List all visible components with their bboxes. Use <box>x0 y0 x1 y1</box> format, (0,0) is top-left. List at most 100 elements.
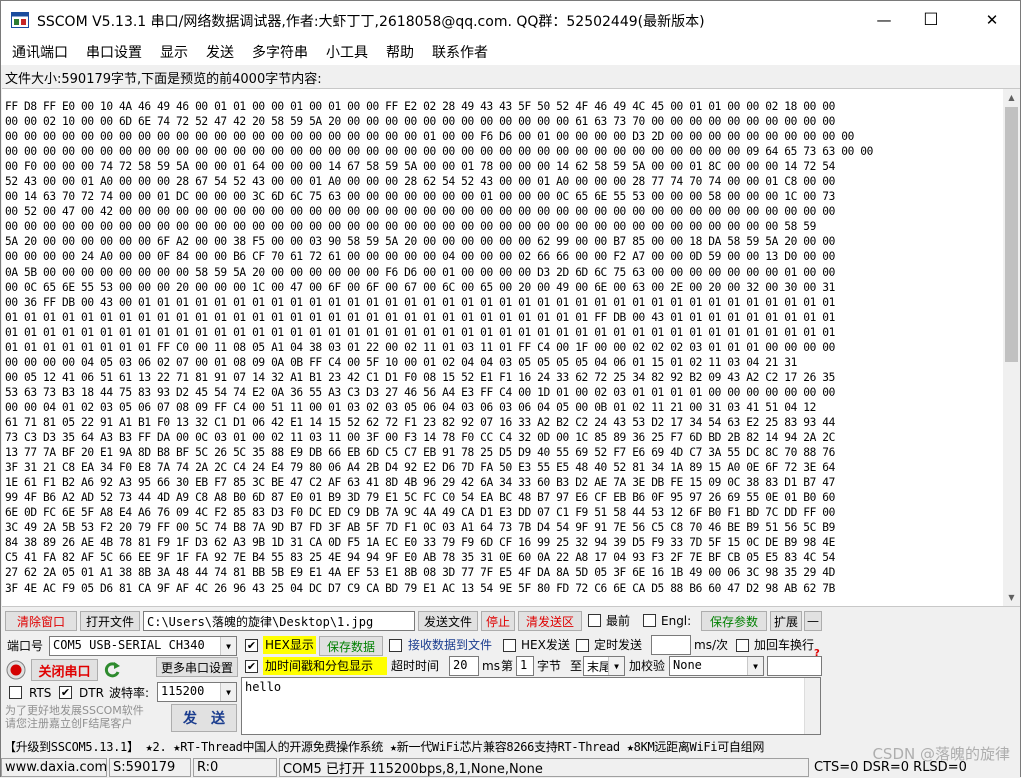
hex-line: 01 01 01 01 01 01 01 01 FF C0 00 11 08 0… <box>5 340 835 354</box>
menu-serial-settings[interactable]: 串口设置 <box>77 42 151 62</box>
rts-checkbox[interactable] <box>9 686 22 699</box>
byte-start-label: 第 <box>501 659 514 673</box>
open-file-button[interactable]: 打开文件 <box>80 611 140 631</box>
hex-line: 3F 31 21 C8 EA 34 F0 E8 7A 74 2A 2C C4 2… <box>5 461 835 475</box>
menu-display[interactable]: 显示 <box>151 42 197 62</box>
send-file-button[interactable]: 发送文件 <box>418 611 478 631</box>
hex-line: 99 4F B6 A2 AD 52 73 44 4D A9 C8 A8 B0 6… <box>5 491 835 505</box>
dtr-label: DTR <box>79 686 104 700</box>
save-params-button[interactable]: 保存参数 <box>701 611 767 631</box>
port-status-icon <box>6 660 26 680</box>
baud-label: 波特率: <box>109 686 150 700</box>
file-info-line: 文件大小:590179字节,下面是预览的前4000字节内容: <box>5 72 322 87</box>
timed-send-label: 定时发送 <box>594 638 643 652</box>
receive-scrollbar[interactable]: ▲ ▼ <box>1003 89 1020 606</box>
hex-line: 00 14 63 70 72 74 00 00 01 DC 00 00 00 3… <box>5 190 835 204</box>
status-bar: www.daxia.com S:590179 R:0 COM5 已打开 1152… <box>1 757 1020 778</box>
hex-line: 00 05 12 41 06 51 61 13 22 71 81 91 07 1… <box>5 370 835 384</box>
hex-line: 27 62 2A 05 01 A1 38 8B 3A 48 44 74 81 B… <box>5 566 835 580</box>
refresh-icon[interactable] <box>102 660 122 680</box>
timed-send-checkbox[interactable] <box>576 639 589 652</box>
baud-select[interactable]: 115200 ▼ <box>157 682 237 702</box>
hex-line: 84 38 89 26 AE 4B 78 81 F9 1F D3 62 A3 9… <box>5 536 835 550</box>
title-bar: SSCOM V5.13.1 串口/网络数据调试器,作者:大虾丁丁,2618058… <box>1 1 1020 39</box>
maximize-button[interactable]: ☐ <box>908 1 954 39</box>
english-checkbox[interactable] <box>643 614 656 627</box>
promo-line-1: 为了更好地发展SSCOM软件 <box>5 704 144 717</box>
hex-line: 73 C3 D3 35 64 A3 B3 FF DA 00 0C 03 01 0… <box>5 431 835 445</box>
hex-line: 1E 61 F1 B2 A6 92 A3 95 66 30 EB F7 85 3… <box>5 476 835 490</box>
baud-value: 115200 <box>161 684 205 698</box>
timeout-unit: ms <box>482 659 500 673</box>
expand-button[interactable]: 扩展 <box>770 611 802 631</box>
topmost-checkbox[interactable] <box>588 614 601 627</box>
timeout-input[interactable]: 20 <box>449 656 479 676</box>
hex-line: 00 00 00 00 24 A0 00 00 0F 84 00 00 B6 C… <box>5 250 835 264</box>
hex-line: 0A 5B 00 00 00 00 00 00 00 00 58 59 5A 2… <box>5 265 835 279</box>
news-ticker[interactable]: 【升级到SSCOM5.13.1】 ★2. ★RT-Thread中国人的开源免费操… <box>1 736 1020 756</box>
clear-window-button[interactable]: 清除窗口 <box>5 611 77 631</box>
hex-display-checkbox[interactable]: ✔ <box>245 639 258 652</box>
hex-line: 00 00 00 00 00 00 00 00 00 00 00 00 00 0… <box>5 130 854 144</box>
checksum-extra-input[interactable] <box>767 656 822 676</box>
clear-send-button[interactable]: 清发送区 <box>518 611 582 631</box>
hex-line: 01 01 01 01 01 01 01 01 01 01 01 01 01 0… <box>5 325 835 339</box>
dtr-checkbox[interactable]: ✔ <box>59 686 72 699</box>
more-serial-settings-button[interactable]: 更多串口设置 <box>156 657 238 677</box>
checksum-select[interactable]: None ▼ <box>669 656 764 676</box>
scroll-down-icon[interactable]: ▼ <box>1003 589 1020 606</box>
hex-line: 01 01 01 01 01 01 01 01 01 01 01 01 01 0… <box>5 310 835 324</box>
interval-unit: ms/次 <box>694 638 728 652</box>
scrollbar-thumb[interactable] <box>1005 107 1018 362</box>
port-select[interactable]: COM5 USB-SERIAL CH340 ▼ <box>49 636 237 656</box>
watermark: CSDN @落魄的旋律 <box>872 745 1010 763</box>
hex-line: 53 63 73 B3 18 44 75 83 93 D2 45 54 74 E… <box>5 385 835 399</box>
menu-comm-port[interactable]: 通讯端口 <box>3 42 77 62</box>
add-crlf-label: 加回车换行 <box>754 638 814 652</box>
hex-display-label: HEX显示 <box>263 636 316 654</box>
collapse-button[interactable]: — <box>804 611 822 631</box>
timeout-label: 超时时间 <box>391 659 440 673</box>
status-received-count: R:0 <box>193 758 277 777</box>
hex-send-label: HEX发送 <box>521 638 570 652</box>
to-label: 至 <box>570 659 583 673</box>
hex-line: 00 00 00 00 04 05 03 06 02 07 00 01 08 0… <box>5 355 797 369</box>
timestamp-checkbox[interactable]: ✔ <box>245 660 258 673</box>
receive-display[interactable]: FF D8 FF E0 00 10 4A 46 49 46 00 01 01 0… <box>2 88 1020 607</box>
hex-line: 3F 4E AC F9 05 D6 81 CA 9F AF 4C 26 96 4… <box>5 581 835 595</box>
checksum-label: 加校验 <box>629 659 666 673</box>
hex-line: 00 52 00 47 00 42 00 00 00 00 00 00 00 0… <box>5 205 835 219</box>
status-website[interactable]: www.daxia.com <box>1 758 107 777</box>
add-crlf-checkbox[interactable] <box>736 639 749 652</box>
scroll-up-icon[interactable]: ▲ <box>1003 89 1020 106</box>
send-text-area[interactable]: hello <box>241 677 821 735</box>
close-button[interactable]: ✕ <box>969 1 1015 39</box>
rts-label: RTS <box>29 686 52 700</box>
recv-to-file-checkbox[interactable] <box>389 639 402 652</box>
save-data-button[interactable]: 保存数据 <box>319 636 383 656</box>
interval-input[interactable] <box>651 635 691 655</box>
file-path-input[interactable]: C:\Users\落魄的旋律\Desktop\1.jpg <box>143 611 415 631</box>
minimize-button[interactable]: — <box>861 1 907 39</box>
to-select[interactable]: 末尾 ▼ <box>583 656 625 676</box>
hex-line: 61 71 81 05 22 91 A1 B1 F0 13 32 C1 D1 0… <box>5 415 835 429</box>
menu-contact-author[interactable]: 联系作者 <box>423 42 497 62</box>
hex-line: 00 0C 65 6E 55 53 00 00 00 20 00 00 00 1… <box>5 280 835 294</box>
close-port-button[interactable]: 关闭串口 <box>31 659 98 681</box>
menu-help[interactable]: 帮助 <box>377 42 423 62</box>
hex-line: FF D8 FF E0 00 10 4A 46 49 46 00 01 01 0… <box>5 100 835 113</box>
menu-tools[interactable]: 小工具 <box>317 42 377 62</box>
hex-send-checkbox[interactable] <box>503 639 516 652</box>
stop-button[interactable]: 停止 <box>481 611 515 631</box>
send-button[interactable]: 发 送 <box>171 704 237 732</box>
port-value: COM5 USB-SERIAL CH340 <box>53 638 205 652</box>
hex-line: 00 00 02 10 00 00 6D 6E 74 72 52 47 42 2… <box>5 115 835 129</box>
byte-start-input[interactable]: 1 <box>516 656 534 676</box>
menu-multi-string[interactable]: 多字符串 <box>243 42 317 62</box>
send-scrollbar[interactable] <box>804 678 820 734</box>
window-title: SSCOM V5.13.1 串口/网络数据调试器,作者:大虾丁丁,2618058… <box>37 14 705 30</box>
status-port-info: COM5 已打开 115200bps,8,1,None,None <box>279 758 809 777</box>
menu-send[interactable]: 发送 <box>197 42 243 62</box>
promo-line-2: 请您注册嘉立创F结尾客户 <box>5 717 133 730</box>
english-label: Engl: <box>661 614 692 628</box>
